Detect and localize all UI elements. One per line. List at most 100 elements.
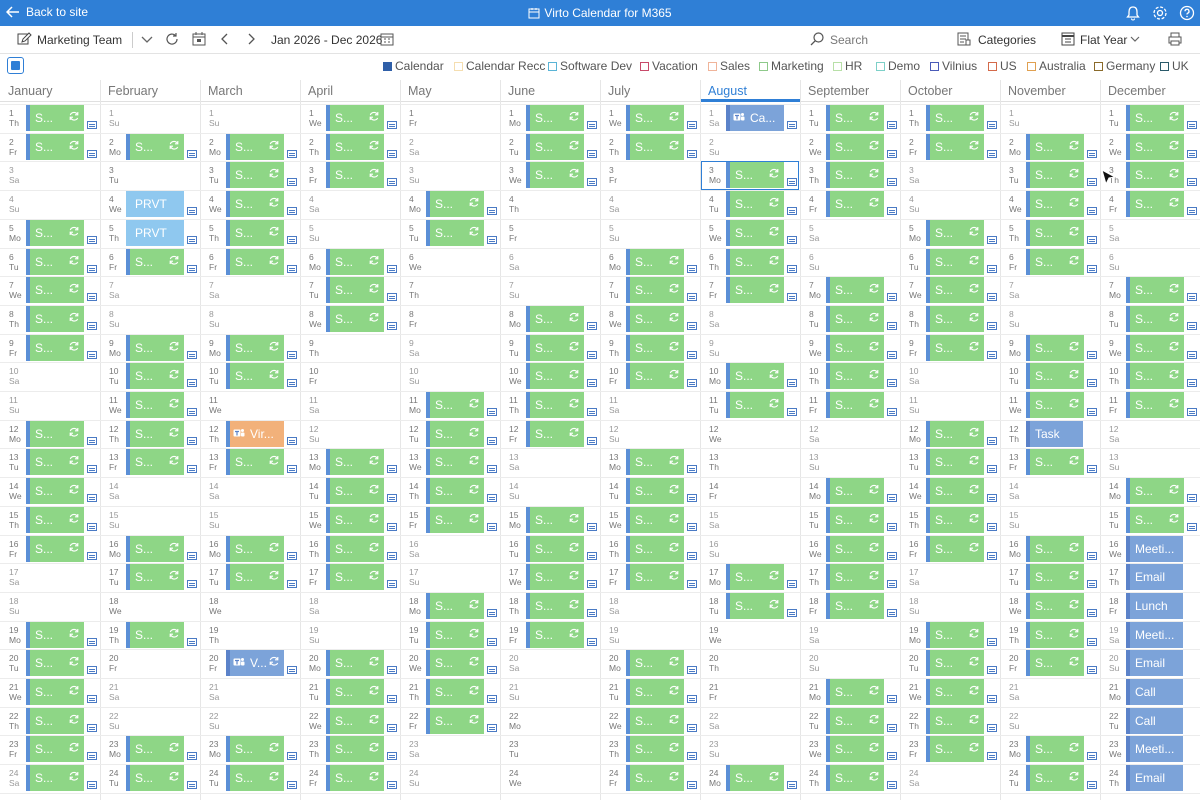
day-number[interactable]: 22 Fr	[409, 711, 418, 731]
day-number[interactable]: 22 Sa	[709, 711, 719, 731]
day-number[interactable]: 21 Th	[409, 682, 419, 702]
calendar-event[interactable]: S...	[1126, 191, 1184, 218]
calendar-event[interactable]: S...	[326, 564, 384, 591]
day-number[interactable]: 22 Su	[1009, 711, 1019, 731]
event-details-icon[interactable]	[687, 379, 697, 388]
day-number[interactable]: 18 Tu	[709, 596, 719, 616]
day-number[interactable]: 18 Su	[909, 596, 919, 616]
day-number[interactable]: 14 Sa	[109, 481, 119, 501]
legend-item-australia[interactable]: Australia	[1027, 59, 1086, 73]
calendar-event[interactable]: S...	[126, 621, 184, 648]
calendar-event[interactable]: S...	[526, 334, 584, 361]
calendar-event[interactable]: S...	[326, 277, 384, 304]
calendar-event[interactable]: S...	[926, 105, 984, 131]
day-number[interactable]: 1 Mo	[509, 108, 521, 128]
day-number[interactable]: 9 Fr	[9, 338, 17, 358]
day-number[interactable]: 15 Tu	[809, 510, 819, 530]
calendar-event[interactable]: S...	[426, 506, 484, 533]
event-details-icon[interactable]	[87, 350, 97, 359]
calendar-event[interactable]: S...	[726, 191, 784, 218]
day-number[interactable]: 17 Th	[1109, 567, 1119, 587]
calendar-event[interactable]: S...	[326, 650, 384, 677]
day-number[interactable]: 8 Tu	[1109, 309, 1119, 329]
event-details-icon[interactable]	[1187, 321, 1197, 330]
day-number[interactable]: 4 Th	[509, 194, 519, 214]
day-number[interactable]: 10 Th	[1109, 366, 1119, 386]
event-details-icon[interactable]	[87, 121, 97, 129]
day-number[interactable]: 6 Fr	[1009, 252, 1017, 272]
day-number[interactable]: 9 Fr	[909, 338, 917, 358]
day-number[interactable]: 11 We	[1009, 395, 1022, 415]
calendar-event[interactable]: S...	[426, 707, 484, 734]
calendar-event[interactable]: S...	[1126, 133, 1184, 160]
calendar-event[interactable]: S...	[626, 535, 684, 562]
day-number[interactable]: 22 Th	[909, 711, 919, 731]
day-number[interactable]: 22 We	[609, 711, 622, 731]
day-number[interactable]: 9 Sa	[409, 338, 419, 358]
event-details-icon[interactable]	[787, 608, 797, 617]
calendar-event[interactable]: S...	[226, 535, 284, 562]
event-details-icon[interactable]	[87, 235, 97, 244]
calendar-event[interactable]: S...	[926, 679, 984, 705]
day-number[interactable]: 23 Sa	[409, 739, 419, 759]
calendar-event[interactable]: S...	[1026, 535, 1084, 562]
event-details-icon[interactable]	[387, 293, 397, 302]
day-number[interactable]: 4 Tu	[709, 194, 719, 214]
calendar-event[interactable]: S...	[726, 219, 784, 246]
event-details-icon[interactable]	[887, 350, 897, 359]
calendar-event[interactable]: S...	[926, 621, 984, 648]
calendar-event[interactable]: Ca...	[726, 105, 784, 131]
calendar-event[interactable]: S...	[926, 334, 984, 361]
calendar-event[interactable]: S...	[426, 650, 484, 677]
event-details-icon[interactable]	[87, 149, 97, 158]
day-number[interactable]: 14 Fr	[709, 481, 718, 501]
event-details-icon[interactable]	[887, 781, 897, 790]
day-number[interactable]: 19 Sa	[809, 625, 819, 645]
day-number[interactable]: 9 Tu	[509, 338, 519, 358]
event-details-icon[interactable]	[887, 379, 897, 388]
calendar-event[interactable]: S...	[826, 535, 884, 562]
event-details-icon[interactable]	[287, 379, 297, 388]
event-details-icon[interactable]	[387, 781, 397, 790]
day-number[interactable]: 4 Su	[909, 194, 919, 214]
calendar-event[interactable]: S...	[526, 535, 584, 562]
calendar-event[interactable]: S...	[1026, 564, 1084, 591]
day-number[interactable]: 19 Th	[109, 625, 119, 645]
event-details-icon[interactable]	[487, 723, 497, 732]
day-number[interactable]: 18 Mo	[409, 596, 421, 616]
calendar-event[interactable]: S...	[526, 392, 584, 418]
day-number[interactable]: 24 Tu	[1009, 768, 1019, 788]
event-details-icon[interactable]	[1087, 178, 1097, 187]
event-details-icon[interactable]	[1187, 350, 1197, 359]
event-details-icon[interactable]	[187, 264, 197, 273]
event-details-icon[interactable]	[687, 522, 697, 531]
event-details-icon[interactable]	[1187, 293, 1197, 302]
day-number[interactable]: 24 Fr	[609, 768, 618, 788]
day-number[interactable]: 18 We	[109, 596, 122, 616]
event-details-icon[interactable]	[787, 408, 797, 416]
month-header-january[interactable]: January	[0, 80, 100, 102]
event-details-icon[interactable]	[987, 666, 997, 675]
calendar-event[interactable]: Task	[1026, 420, 1083, 447]
event-details-icon[interactable]	[887, 608, 897, 617]
day-number[interactable]: 2 Fr	[909, 137, 917, 157]
day-number[interactable]: 6 Th	[709, 252, 719, 272]
day-number[interactable]: 19 Th	[209, 625, 219, 645]
calendar-event[interactable]: S...	[426, 478, 484, 505]
day-number[interactable]: 17 Mo	[709, 567, 721, 587]
day-number[interactable]: 11 We	[209, 395, 222, 415]
day-number[interactable]: 5 Sa	[1109, 223, 1119, 243]
day-number[interactable]: 21 Mo	[809, 682, 821, 702]
view-chevron-down-icon[interactable]	[1127, 31, 1143, 47]
view-icon[interactable]	[1060, 31, 1076, 47]
day-number[interactable]: 23 Mo	[109, 739, 121, 759]
day-number[interactable]: 15 Mo	[509, 510, 521, 530]
event-details-icon[interactable]	[287, 580, 297, 589]
event-details-icon[interactable]	[887, 551, 897, 560]
day-number[interactable]: 3 Fr	[609, 165, 617, 185]
day-number[interactable]: 20 Fr	[1009, 653, 1018, 673]
event-details-icon[interactable]	[887, 293, 897, 302]
calendar-event[interactable]: S...	[1026, 392, 1084, 418]
calendar-event[interactable]: S...	[1026, 162, 1084, 189]
event-details-icon[interactable]	[87, 522, 97, 531]
